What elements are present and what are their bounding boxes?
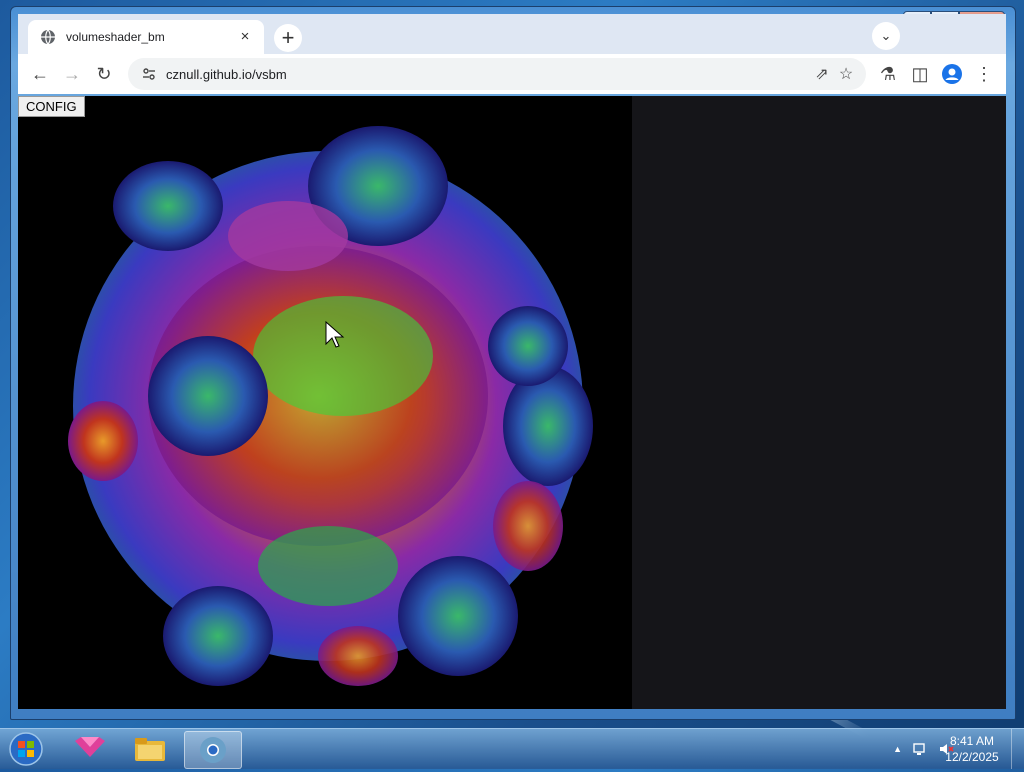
- taskbar-chrome[interactable]: [184, 731, 242, 769]
- menu-icon[interactable]: ⋮: [972, 62, 996, 86]
- taskbar-file-explorer[interactable]: [122, 731, 178, 767]
- bookmark-star-icon[interactable]: ☆: [834, 64, 858, 84]
- url-text[interactable]: cznull.github.io/vsbm: [166, 67, 810, 82]
- clock[interactable]: 8:41 AM 12/2/2025: [940, 733, 1004, 765]
- windows-logo-icon: [9, 732, 43, 766]
- tab-search-button[interactable]: ⌄: [872, 22, 900, 50]
- show-hidden-icons[interactable]: ▲: [893, 741, 902, 757]
- address-bar[interactable]: cznull.github.io/vsbm ⇗ ☆: [128, 58, 866, 90]
- site-info-icon[interactable]: [142, 67, 156, 81]
- show-desktop-button[interactable]: [1011, 729, 1024, 769]
- chrome-icon: [200, 737, 226, 763]
- page-content: CONFIG: [18, 96, 1006, 709]
- tab-volumeshader[interactable]: volumeshader_bm ×: [28, 20, 264, 54]
- clock-date: 12/2/2025: [945, 750, 999, 764]
- share-icon[interactable]: ⇗: [810, 64, 834, 84]
- side-panel-area: [632, 96, 1006, 709]
- tab-close-icon[interactable]: ×: [236, 28, 254, 46]
- pink-app-icon: [75, 737, 105, 757]
- tab-strip: volumeshader_bm × + ⌄: [18, 14, 1006, 54]
- reload-button[interactable]: ↻: [92, 62, 116, 86]
- omnibox-actions: ⇗ ☆: [810, 64, 858, 84]
- profile-icon: [942, 64, 962, 84]
- globe-icon: [41, 29, 55, 45]
- tab-title: volumeshader_bm: [66, 30, 165, 44]
- labs-icon[interactable]: ⚗: [876, 62, 900, 86]
- config-button[interactable]: CONFIG: [18, 96, 85, 117]
- taskbar: ▲ 8:41 AM 12/2/2025: [0, 728, 1024, 769]
- mandelbulb-render: [68, 126, 593, 686]
- taskbar-app-pink[interactable]: [62, 731, 118, 767]
- network-icon[interactable]: [912, 741, 928, 757]
- profile-avatar[interactable]: [940, 62, 964, 86]
- browser-toolbar: ← → ↻ cznull.github.io/vsbm ⇗ ☆ ⚗ ◫ ⋮: [18, 54, 1006, 94]
- start-button[interactable]: [6, 731, 46, 767]
- side-panel-icon[interactable]: ◫: [908, 62, 932, 86]
- shader-canvas[interactable]: CONFIG: [18, 96, 632, 709]
- folder-icon: [135, 738, 165, 761]
- clock-time: 8:41 AM: [949, 734, 995, 748]
- back-button[interactable]: ←: [28, 62, 52, 86]
- forward-button[interactable]: →: [60, 62, 84, 86]
- new-tab-button[interactable]: +: [274, 24, 302, 52]
